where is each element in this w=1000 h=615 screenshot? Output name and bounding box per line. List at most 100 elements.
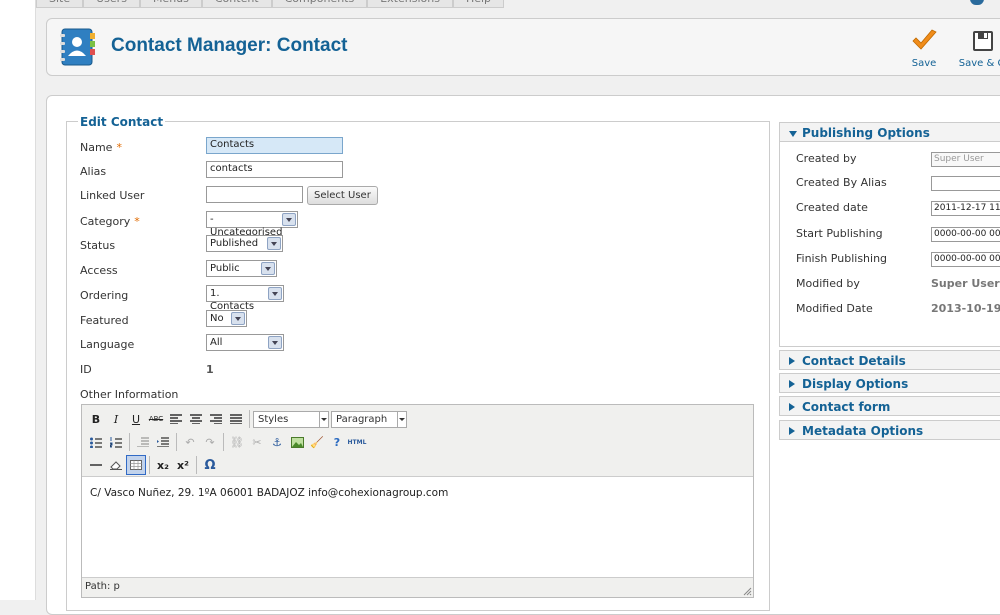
format-select[interactable]: Paragraph [331, 410, 407, 428]
align-center-icon[interactable] [186, 409, 206, 429]
linked-user-input[interactable] [206, 186, 303, 203]
save-close-button[interactable]: Save & Cl [953, 29, 1000, 69]
help-icon[interactable]: ? [327, 432, 347, 452]
status-select[interactable]: Published [206, 235, 283, 252]
nav-tab-help[interactable]: Help [452, 0, 505, 8]
save-close-label: Save & Cl [958, 58, 1000, 69]
numbered-list-icon[interactable] [106, 432, 126, 452]
access-row: Access Public [80, 260, 760, 286]
bold-icon[interactable]: B [86, 409, 106, 429]
nav-tab-site[interactable]: Site [36, 0, 84, 8]
align-left-icon[interactable] [166, 409, 186, 429]
start-publishing-input[interactable]: 0000-00-00 00:0 [931, 227, 1000, 242]
category-select[interactable]: - Uncategorised [206, 211, 298, 238]
publishing-options-header[interactable]: Publishing Options [779, 122, 1000, 142]
display-options-header[interactable]: Display Options [779, 373, 1000, 393]
publishing-options-body [779, 142, 1000, 347]
chevron-down-icon [268, 336, 282, 349]
nav-tab-users[interactable]: Users [83, 0, 140, 8]
chevron-down-icon [267, 237, 281, 250]
publishing-options-title: Publishing Options [802, 126, 930, 140]
subscript-icon[interactable]: x₂ [153, 455, 173, 475]
indent-icon[interactable] [153, 432, 173, 452]
access-select[interactable]: Public [206, 260, 277, 277]
created-date-label: Created date [796, 201, 868, 214]
ordering-select[interactable]: 1. Contacts [206, 285, 284, 312]
image-icon[interactable] [287, 432, 307, 452]
contact-form-header[interactable]: Contact form [779, 396, 1000, 416]
alias-input[interactable]: contacts [206, 161, 343, 178]
unlink-icon[interactable]: ✂ [247, 432, 267, 452]
triangle-down-icon [789, 131, 797, 137]
metadata-options-title: Metadata Options [802, 424, 924, 438]
finish-publishing-label: Finish Publishing [796, 252, 888, 265]
toolbar-separator [149, 456, 150, 474]
edit-contact-legend: Edit Contact [78, 115, 166, 129]
resize-handle-icon[interactable] [742, 586, 752, 596]
nav-tab-components[interactable]: Components [271, 0, 368, 8]
table-icon[interactable] [126, 455, 146, 475]
eraser-icon[interactable] [106, 455, 126, 475]
created-date-input[interactable]: 2011-12-17 11:4 [931, 201, 1000, 216]
html-source-icon[interactable]: HTML [347, 432, 367, 452]
user-menu-icon[interactable] [970, 0, 984, 5]
underline-icon[interactable]: U [126, 409, 146, 429]
toolbar-separator [129, 433, 130, 451]
strikethrough-icon[interactable]: ABC [146, 409, 166, 429]
page-title: Contact Manager: Contact [111, 35, 348, 56]
link-icon[interactable]: ⛓ [227, 432, 247, 452]
justify-icon[interactable] [226, 409, 246, 429]
cleanup-broom-icon[interactable]: 🧹 [307, 432, 327, 452]
chevron-down-icon [268, 287, 282, 300]
redo-icon[interactable]: ↷ [200, 432, 220, 452]
finish-publishing-input[interactable]: 0000-00-00 00:0 [931, 252, 1000, 267]
featured-select[interactable]: No [206, 310, 247, 327]
styles-select[interactable]: Styles [253, 410, 329, 428]
select-user-button[interactable]: Select User [307, 186, 378, 205]
format-value: Paragraph [336, 413, 388, 425]
ordering-value: 1. Contacts [210, 288, 255, 312]
triangle-right-icon [789, 427, 795, 435]
nav-tab-menus[interactable]: Menus [139, 0, 202, 8]
floppy-disk-icon [973, 31, 993, 51]
editor-status-bar: Path: p [82, 577, 753, 597]
save-label: Save [911, 58, 937, 69]
name-input[interactable]: Contacts [206, 137, 343, 154]
align-right-icon[interactable] [206, 409, 226, 429]
language-select[interactable]: All [206, 334, 284, 351]
created-by-alias-input[interactable] [931, 176, 1000, 191]
contact-form-title: Contact form [802, 400, 891, 414]
name-row: Name * Contacts [80, 137, 760, 163]
toolbar-separator [176, 433, 177, 451]
undo-icon[interactable]: ↶ [180, 432, 200, 452]
rich-text-editor: B I U ABC Styles Paragraph ↶ ↷ ⛓ ✂ ⚓ 🧹 ?… [81, 404, 754, 598]
created-by-input[interactable]: Super User [931, 152, 1000, 167]
alias-row: Alias contacts [80, 161, 760, 187]
contact-book-icon [60, 28, 95, 66]
created-by-alias-label: Created By Alias [796, 176, 887, 189]
language-row: Language All [80, 334, 760, 360]
triangle-right-icon [789, 403, 795, 411]
editor-content[interactable]: C/ Vasco Nuñez, 29. 1ºA 06001 BADAJOZ in… [90, 487, 448, 499]
italic-icon[interactable]: I [106, 409, 126, 429]
language-label: Language [80, 338, 135, 351]
nav-tab-extensions[interactable]: Extensions [367, 0, 453, 8]
contact-details-header[interactable]: Contact Details [779, 350, 1000, 370]
save-button[interactable]: Save [909, 29, 939, 69]
bullet-list-icon[interactable] [86, 432, 106, 452]
ordering-row: Ordering 1. Contacts [80, 285, 760, 312]
special-character-icon[interactable]: Ω [200, 455, 220, 475]
id-value: 1 [206, 363, 214, 376]
left-gutter [0, 0, 36, 600]
nav-tab-content[interactable]: Content [201, 0, 272, 8]
ordering-label: Ordering [80, 289, 129, 302]
superscript-icon[interactable]: x² [173, 455, 193, 475]
horizontal-rule-icon[interactable] [86, 455, 106, 475]
outdent-icon[interactable] [133, 432, 153, 452]
modified-date-label: Modified Date [796, 302, 873, 315]
status-value: Published [210, 238, 259, 249]
metadata-options-header[interactable]: Metadata Options [779, 420, 1000, 440]
start-publishing-label: Start Publishing [796, 227, 883, 240]
access-label: Access [80, 264, 118, 277]
anchor-icon[interactable]: ⚓ [267, 432, 287, 452]
